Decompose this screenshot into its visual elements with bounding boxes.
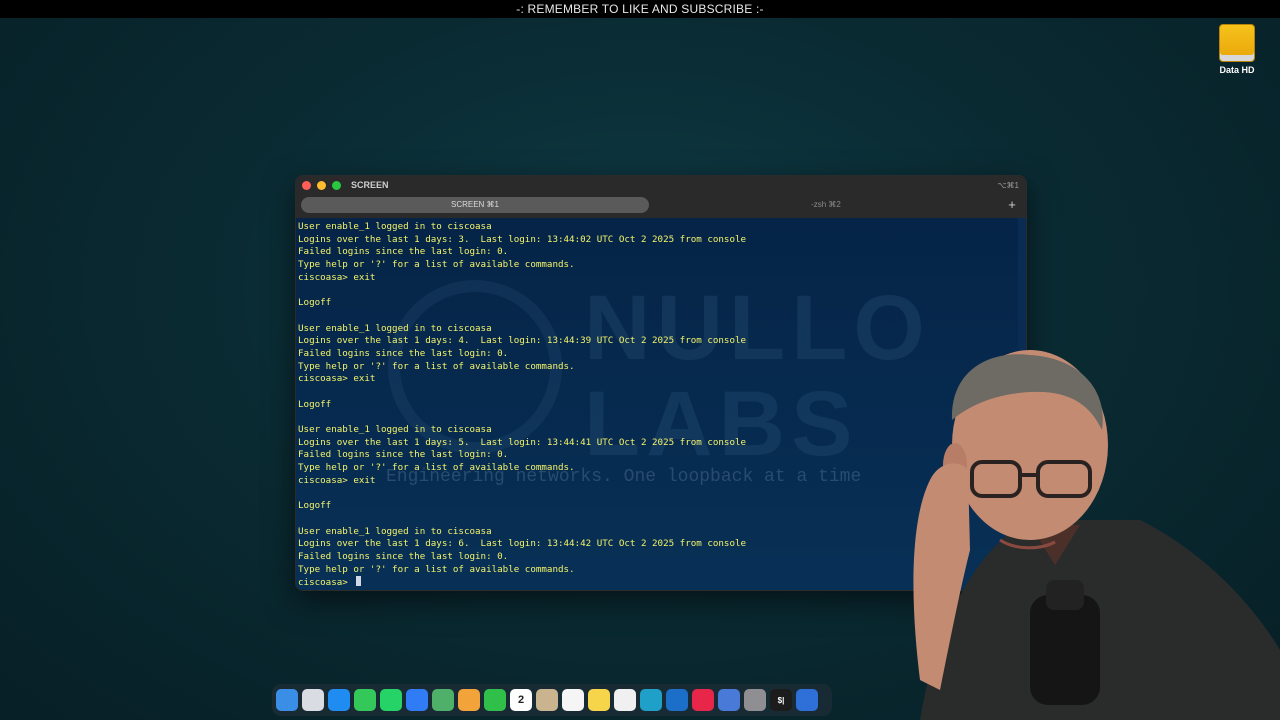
terminal-line: Failed logins since the last login: 0. <box>298 550 509 562</box>
terminal-line: ciscoasa> exit <box>298 271 376 283</box>
freeform-icon[interactable] <box>614 689 636 711</box>
maps-icon[interactable] <box>432 689 454 711</box>
minimize-window-button[interactable] <box>317 181 326 190</box>
zoom-window-button[interactable] <box>332 181 341 190</box>
presenter-webcam <box>880 350 1280 720</box>
new-tab-button[interactable]: + <box>1004 197 1020 213</box>
hard-drive-icon[interactable] <box>1219 24 1255 62</box>
edge-icon[interactable] <box>640 689 662 711</box>
keynote-icon[interactable] <box>718 689 740 711</box>
terminal-line: Logoff <box>298 297 332 309</box>
finder-icon[interactable] <box>276 689 298 711</box>
window-title: SCREEN <box>351 180 389 190</box>
terminal-line: Logins over the last 1 days: 6. Last log… <box>298 538 747 550</box>
terminal-lines: User enable_1 logged in to ciscoasa Login… <box>298 221 746 589</box>
terminal-line: Failed logins since the last login: 0. <box>298 347 509 359</box>
terminal-line: Logoff <box>298 398 332 410</box>
app-icon[interactable] <box>796 689 818 711</box>
terminal-line: Logins over the last 1 days: 5. Last log… <box>298 436 747 448</box>
outlook-icon[interactable] <box>666 689 688 711</box>
title-bar[interactable]: SCREEN ⌥⌘1 <box>296 176 1026 195</box>
terminal-line: User enable_1 logged in to ciscoasa <box>298 221 492 232</box>
drive-label: Data HD <box>1219 65 1255 75</box>
music-icon[interactable] <box>692 689 714 711</box>
terminal-line: Logoff <box>298 500 332 512</box>
settings-icon[interactable] <box>744 689 766 711</box>
close-window-button[interactable] <box>302 181 311 190</box>
terminal-line: User enable_1 logged in to ciscoasa <box>298 322 492 334</box>
terminal-line: User enable_1 logged in to ciscoasa <box>298 424 492 435</box>
terminal-line: User enable_1 logged in to ciscoasa <box>298 525 492 537</box>
terminal-line: Logins over the last 1 days: 3. Last log… <box>298 233 747 245</box>
tab-bar: SCREEN ⌘1 -zsh ⌘2 + <box>296 195 1026 218</box>
app-store-icon[interactable] <box>328 689 350 711</box>
tab-zsh[interactable]: -zsh ⌘2 <box>656 197 996 213</box>
data-hd-drive[interactable]: Data HD <box>1212 24 1262 75</box>
messages-icon[interactable] <box>354 689 376 711</box>
window-shortcut: ⌥⌘1 <box>997 181 1019 190</box>
terminal-line: Failed logins since the last login: 0. <box>298 246 509 258</box>
notes-icon[interactable] <box>588 689 610 711</box>
tab-screen[interactable]: SCREEN ⌘1 <box>301 197 649 213</box>
facetime-icon[interactable] <box>484 689 506 711</box>
terminal-line: Type help or '?' for a list of available… <box>298 563 575 575</box>
terminal-line: Failed logins since the last login: 0. <box>298 449 509 461</box>
whatsapp-icon[interactable] <box>380 689 402 711</box>
contacts-icon[interactable] <box>536 689 558 711</box>
terminal-line: Type help or '?' for a list of available… <box>298 360 575 372</box>
terminal-icon[interactable]: $| <box>770 689 792 711</box>
terminal-line: Logins over the last 1 days: 4. Last log… <box>298 335 747 347</box>
reminders-icon[interactable] <box>562 689 584 711</box>
photos-icon[interactable] <box>458 689 480 711</box>
launchpad-icon[interactable] <box>302 689 324 711</box>
dock: 2 $| <box>272 684 832 716</box>
terminal-line: ciscoasa> <box>298 576 746 589</box>
terminal-line: Type help or '?' for a list of available… <box>298 462 575 474</box>
calendar-icon[interactable]: 2 <box>510 689 532 711</box>
mail-icon[interactable] <box>406 689 428 711</box>
terminal-line: ciscoasa> exit <box>298 474 376 486</box>
subscribe-banner: -: REMEMBER TO LIKE AND SUBSCRIBE :- <box>0 0 1280 18</box>
terminal-line: Type help or '?' for a list of available… <box>298 259 575 271</box>
terminal-cursor <box>356 576 362 587</box>
terminal-line: ciscoasa> exit <box>298 373 376 385</box>
